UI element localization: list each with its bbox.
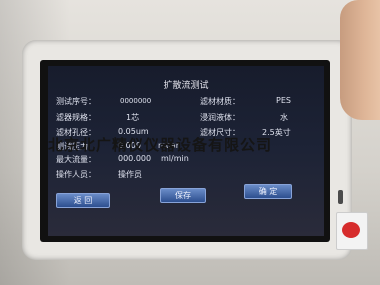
test-number-label: 测试序号： bbox=[56, 97, 96, 106]
hand-thumb bbox=[340, 0, 380, 120]
test-number-value[interactable]: 0000000 bbox=[120, 97, 151, 105]
wetting-liquid-value[interactable]: 水 bbox=[280, 112, 288, 123]
filter-spec-value[interactable]: 1芯 bbox=[126, 112, 139, 123]
back-button[interactable]: 返 回 bbox=[56, 193, 110, 208]
max-flow-value: 000.000 bbox=[118, 154, 152, 163]
max-flow-label: 最大流量： bbox=[56, 155, 96, 164]
confirm-button[interactable]: 确 定 bbox=[244, 184, 292, 199]
side-indicator bbox=[338, 190, 343, 204]
save-button[interactable]: 保存 bbox=[160, 188, 206, 203]
max-flow-unit: ml/min bbox=[161, 154, 189, 163]
filter-spec-label: 滤器规格： bbox=[56, 113, 96, 122]
screen-title: 扩散流测试 bbox=[163, 81, 209, 91]
filter-material-value[interactable]: PES bbox=[276, 96, 291, 105]
filter-material-label: 滤材材质： bbox=[200, 97, 240, 106]
bear-sticker-icon bbox=[342, 222, 360, 238]
wetting-liquid-label: 浸润液体： bbox=[200, 113, 240, 122]
company-watermark: 北京北广精仪仪器设备有限公司 bbox=[48, 136, 273, 154]
operator-label: 操作人员： bbox=[56, 170, 96, 179]
operator-value[interactable]: 操作员 bbox=[118, 169, 142, 180]
